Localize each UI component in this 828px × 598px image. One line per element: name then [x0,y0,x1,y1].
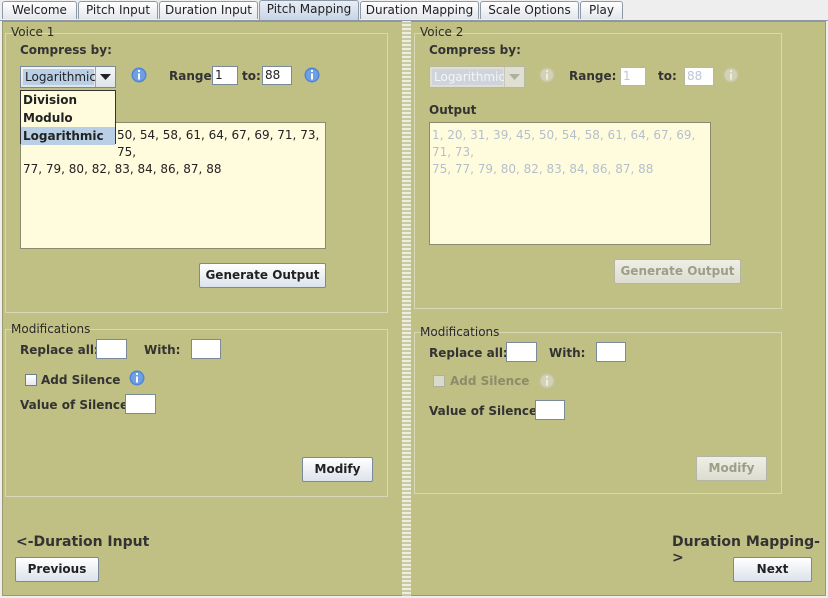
voice1-range-from-field[interactable]: 1 [212,66,238,85]
voice2-modify-button: Modify [696,456,767,481]
voice2-add-silence-checkbox [433,375,445,387]
info-icon [539,67,555,83]
voice1-replace-all-label: Replace all: [20,343,99,357]
voice1-title: Voice 1 [11,25,55,39]
voice2-output-line-1: 1, 20, 31, 39, 45, 50, 54, 58, 61, 64, 6… [432,128,696,159]
dropdown-option-logarithmic[interactable]: Logarithmic [21,127,115,145]
voice2-value-of-silence-field[interactable] [535,400,565,420]
voice2-range-to-field: 88 [684,67,714,86]
voice1-with-label: With: [144,343,181,357]
voice1-range-label: Range: [169,69,217,83]
voice1-compress-value: Logarithmic [23,69,96,85]
dropdown-option-division[interactable]: Division [21,91,115,109]
tab-pitch-mapping[interactable]: Pitch Mapping [259,0,359,20]
tab-pitch-input[interactable]: Pitch Input [78,1,158,19]
voice1-replace-all-field[interactable] [96,339,127,359]
tab-welcome[interactable]: Welcome [2,1,77,19]
split-pane-divider[interactable] [402,21,411,596]
voice1-compress-dropdown[interactable]: Logarithmic [20,66,116,88]
tab-bar: Welcome Pitch Input Duration Input Pitch… [0,0,828,21]
voice2-output-label: Output [429,103,477,117]
voice1-value-of-silence-field[interactable] [125,394,156,414]
tab-duration-mapping[interactable]: Duration Mapping [360,1,479,19]
dropdown-option-modulo[interactable]: Modulo [21,109,115,127]
previous-button[interactable]: Previous [15,557,99,582]
voice2-replace-all-field[interactable] [506,342,537,362]
voice2-output-line-2: 75, 77, 79, 80, 82, 83, 84, 86, 87, 88 [432,162,654,176]
voice1-modifications-title: Modifications [11,322,91,336]
voice1-modify-button[interactable]: Modify [302,457,373,482]
voice2-generate-output-button: Generate Output [614,259,741,284]
tab-play[interactable]: Play [580,1,623,19]
voice1-compress-dropdown-list[interactable]: Division Modulo Logarithmic [20,90,116,145]
voice2-replace-all-label: Replace all: [429,346,508,360]
voice2-compress-dropdown: Logarithmic [429,66,525,88]
info-icon [723,67,739,83]
voice1-range-to-field[interactable]: 88 [262,66,292,85]
voice2-value-of-silence-label: Value of Silence: [429,404,542,418]
voice1-output-line-2: 77, 79, 80, 82, 83, 84, 86, 87, 88 [23,162,222,176]
voice2-add-silence-label: Add Silence [450,374,530,388]
voice2-compress-value: Logarithmic [432,69,505,85]
voice2-with-field[interactable] [596,342,626,362]
next-button[interactable]: Next [733,557,812,582]
info-icon[interactable] [129,370,145,386]
tab-scale-options[interactable]: Scale Options [480,1,579,19]
tab-duration-input[interactable]: Duration Input [159,1,258,19]
info-icon[interactable] [304,67,320,83]
prev-nav-label: <-Duration Input [16,534,150,550]
voice1-with-field[interactable] [191,339,221,359]
voice2-range-label: Range: [569,69,617,83]
info-icon[interactable] [131,67,147,83]
chevron-down-icon[interactable] [95,67,115,87]
voice2-to-label: to: [658,69,677,83]
info-icon [539,373,555,389]
voice2-title: Voice 2 [420,25,464,39]
voice1-generate-output-button[interactable]: Generate Output [199,263,326,288]
chevron-down-icon [504,67,524,87]
voice2-modifications-title: Modifications [420,325,500,339]
voice2-with-label: With: [549,346,586,360]
voice2-output-area: 1, 20, 31, 39, 45, 50, 54, 58, 61, 64, 6… [429,122,711,245]
voice1-add-silence-label[interactable]: Add Silence [41,373,120,387]
voice1-compress-label: Compress by: [20,43,112,57]
voice2-compress-label: Compress by: [429,43,521,57]
voice1-value-of-silence-label: Value of Silence: [20,398,133,412]
voice1-add-silence-checkbox[interactable] [25,374,37,386]
voice1-to-label: to: [242,69,261,83]
voice2-range-from-field: 1 [620,67,646,86]
